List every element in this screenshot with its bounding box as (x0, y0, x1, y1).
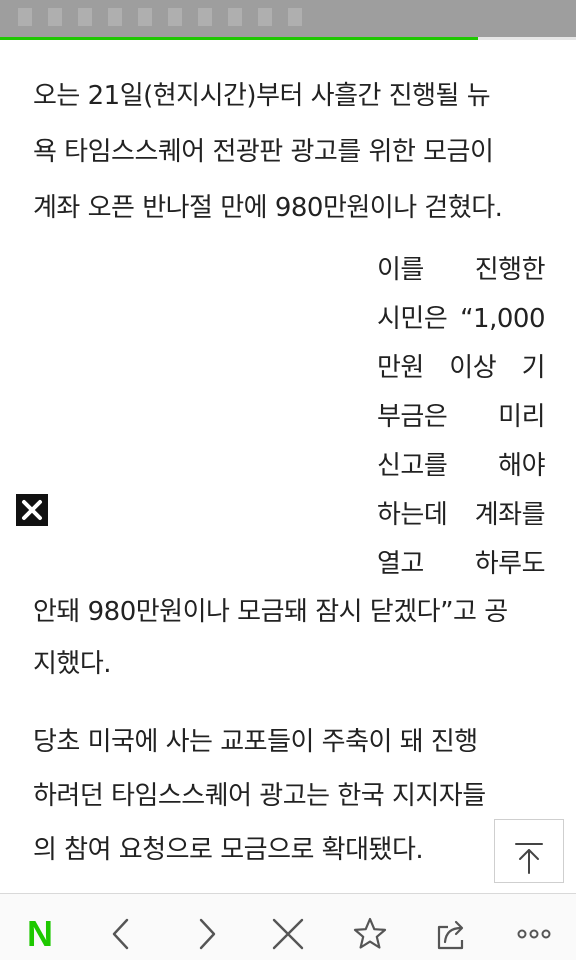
article-line: 오는 21일(현지시간)부터 사흘간 진행될 뉴 (33, 81, 491, 111)
chevron-left-icon (112, 918, 129, 950)
page-load-progress-fill (0, 37, 479, 40)
scroll-to-top-button[interactable] (494, 819, 564, 883)
back-button[interactable] (90, 894, 154, 960)
article-line: 욕 타임스스퀘어 전광판 광고를 위한 모금이 (33, 137, 494, 167)
more-button[interactable] (502, 894, 566, 960)
article-line: 열고 하루도 (377, 549, 546, 579)
close-tab-button[interactable] (256, 894, 320, 960)
article-line: 지했다. (33, 649, 112, 679)
article-paragraph-2-wrapped: 이를 진행한 시민은 “1,000 만원 이상 기 부금은 미리 신고를 해야 … (377, 246, 546, 589)
arrow-up-to-top-icon (515, 843, 543, 874)
close-icon (272, 918, 304, 950)
forward-button[interactable] (174, 894, 238, 960)
share-button[interactable] (420, 894, 484, 960)
article-line: 의 참여 요청으로 모금으로 확대됐다. (33, 835, 424, 865)
article-line: 이를 진행한 (377, 255, 546, 285)
article-line: 부금은 미리 (377, 402, 546, 432)
naver-logo: N (27, 913, 53, 954)
status-bar (0, 0, 576, 38)
article-line: 신고를 해야 (377, 451, 546, 481)
bookmark-button[interactable] (338, 894, 402, 960)
article-line: 하려던 타임스스퀘어 광고는 한국 지지자들 (33, 781, 486, 811)
naver-home-button[interactable]: N (8, 894, 72, 960)
article-line: 만원 이상 기 (377, 353, 546, 383)
article-paragraph-2-continued: 안돼 980만원이나 모금돼 잠시 닫겠다”고 공 지했다. (33, 586, 553, 690)
close-icon (22, 500, 42, 520)
article-line: 하는데 계좌를 (377, 500, 546, 530)
article-paragraph-3: 당초 미국에 사는 교포들이 주축이 돼 진행 하려던 타임스스퀘어 광고는 한… (33, 715, 553, 877)
ad-close-button[interactable] (16, 494, 48, 526)
chevron-right-icon (199, 918, 216, 950)
article-paragraph-1: 오는 21일(현지시간)부터 사흘간 진행될 뉴 욕 타임스스퀘어 전광판 광고… (33, 68, 553, 236)
more-icon (517, 929, 551, 939)
page-load-progress-bar (0, 37, 576, 40)
status-bar-icons (18, 8, 318, 26)
share-icon (437, 920, 464, 950)
article-line: 시민은 “1,000 (377, 304, 546, 334)
article-line: 계좌 오픈 반나절 만에 980만원이나 걷혔다. (33, 193, 503, 223)
article-line: 당초 미국에 사는 교포들이 주축이 돼 진행 (33, 727, 478, 757)
article-line: 안돼 980만원이나 모금돼 잠시 닫겠다”고 공 (33, 597, 508, 627)
bottom-navigation-bar: N (0, 893, 576, 960)
star-icon (353, 917, 387, 949)
